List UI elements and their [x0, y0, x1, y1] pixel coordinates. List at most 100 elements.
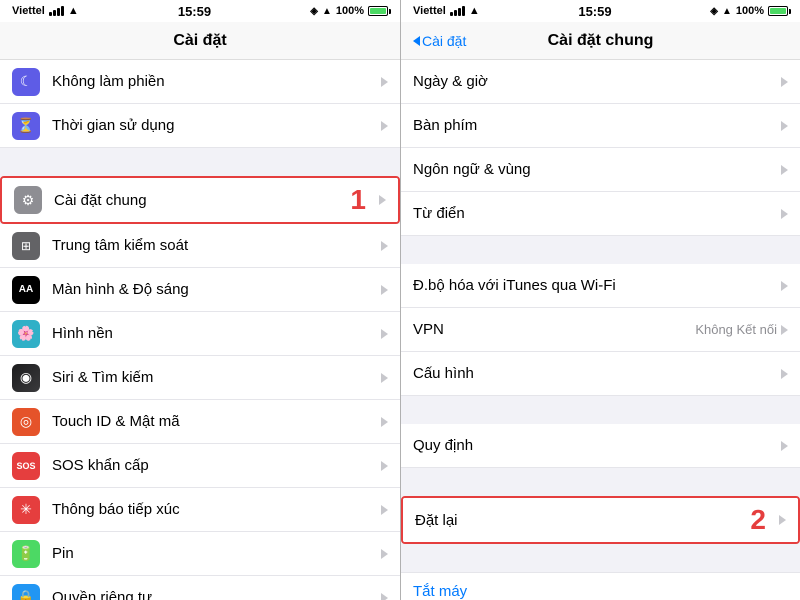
battery-icon-2 — [768, 6, 788, 16]
item-label: Quy định — [413, 437, 781, 454]
time-display-2: 15:59 — [578, 4, 611, 19]
gear-icon: ⚙ — [14, 186, 42, 214]
back-label: Cài đặt — [422, 33, 466, 49]
hourglass-icon: ⏳ — [12, 112, 40, 140]
list-item[interactable]: 🌸 Hình nền — [0, 312, 400, 356]
badge-number-2: 2 — [750, 504, 766, 536]
item-label: Cấu hình — [413, 365, 781, 382]
back-button[interactable]: Cài đặt — [413, 33, 466, 49]
signal-icon-3: ▲ — [722, 6, 732, 17]
status-left-2: Viettel ▲ — [413, 5, 480, 17]
group-separator — [0, 148, 400, 176]
chevron-right-icon — [381, 505, 388, 515]
list-item-dat-lai[interactable]: Đặt lại — [403, 498, 798, 542]
item-label: Bàn phím — [413, 117, 781, 134]
item-label: Ngôn ngữ & vùng — [413, 161, 781, 178]
battery-setting-icon: 🔋 — [12, 540, 40, 568]
list-item-cai-dat-chung[interactable]: ⚙ Cài đặt chung — [2, 178, 398, 222]
nav-bar-left: Cài đặt — [0, 22, 400, 60]
chevron-right-icon — [781, 325, 788, 335]
panel-settings: Viettel ▲ 15:59 ◈ ▲ 100% Cài đặt ☾ — [0, 0, 400, 600]
item-value-vpn: Không Kết nối — [695, 322, 777, 337]
group-separator-4 — [401, 468, 800, 496]
chevron-right-icon — [379, 195, 386, 205]
display-icon: AA — [12, 276, 40, 304]
list-item-quy-dinh[interactable]: Quy định — [401, 424, 800, 468]
list-item[interactable]: 🔋 Pin — [0, 532, 400, 576]
list-item[interactable]: ⏳ Thời gian sử dụng — [0, 104, 400, 148]
item-label: Thời gian sử dụng — [52, 117, 381, 134]
item-label: Pin — [52, 545, 381, 562]
item-label: VPN — [413, 321, 695, 338]
list-item[interactable]: ✳ Thông báo tiếp xúc — [0, 488, 400, 532]
location-icon-2: ◈ — [710, 6, 718, 17]
chevron-right-icon — [381, 77, 388, 87]
list-item[interactable]: ☾ Không làm phiền — [0, 60, 400, 104]
exposure-icon: ✳ — [12, 496, 40, 524]
wallpaper-icon: 🌸 — [12, 320, 40, 348]
list-item-vpn[interactable]: VPN Không Kết nối — [401, 308, 800, 352]
carrier-label-2: Viettel — [413, 5, 446, 17]
battery-fill-2 — [770, 8, 786, 14]
time-display: 15:59 — [178, 4, 211, 19]
panel-general-settings: Viettel ▲ 15:59 ◈ ▲ 100% Cài đặt Cài đặt… — [400, 0, 800, 600]
power-off-link[interactable]: Tắt máy — [401, 572, 800, 600]
item-label: Đ.bộ hóa với iTunes qua Wi-Fi — [413, 277, 781, 294]
touchid-icon: ◎ — [12, 408, 40, 436]
page-title-left: Cài đặt — [173, 32, 226, 50]
list-item-cau-hinh[interactable]: Cấu hình — [401, 352, 800, 396]
status-bar-left: Viettel ▲ 15:59 ◈ ▲ 100% — [0, 0, 400, 22]
settings-list-left[interactable]: ☾ Không làm phiền ⏳ Thời gian sử dụng ⚙ … — [0, 60, 400, 600]
battery-icon — [368, 6, 388, 16]
list-item[interactable]: ◉ Siri & Tìm kiếm — [0, 356, 400, 400]
item-label: Ngày & giờ — [413, 73, 781, 90]
highlighted-wrapper: ⚙ Cài đặt chung 1 — [0, 176, 400, 224]
list-item[interactable]: ⊞ Trung tâm kiểm soát — [0, 224, 400, 268]
item-label: Siri & Tìm kiếm — [52, 369, 381, 386]
badge-number-1: 1 — [350, 184, 366, 216]
chevron-right-icon — [781, 209, 788, 219]
chevron-right-icon — [381, 549, 388, 559]
chevron-right-icon — [381, 329, 388, 339]
item-label: Trung tâm kiểm soát — [52, 237, 381, 254]
wifi-icon: ▲ — [68, 5, 79, 17]
item-label: Đặt lại — [415, 512, 779, 529]
chevron-right-icon — [381, 461, 388, 471]
list-item-tu-dien[interactable]: Từ điển — [401, 192, 800, 236]
page-title-right: Cài đặt chung — [548, 32, 654, 50]
list-item[interactable]: 🔒 Quyền riêng tư — [0, 576, 400, 600]
list-item-ban-phim[interactable]: Bàn phím — [401, 104, 800, 148]
list-item-ngay-gio[interactable]: Ngày & giờ — [401, 60, 800, 104]
status-bar-right: Viettel ▲ 15:59 ◈ ▲ 100% — [401, 0, 800, 22]
group-separator-3 — [401, 396, 800, 424]
list-item-dong-bo[interactable]: Đ.bộ hóa với iTunes qua Wi-Fi — [401, 264, 800, 308]
chevron-right-icon — [381, 121, 388, 131]
list-item[interactable]: SOS SOS khẩn cấp — [0, 444, 400, 488]
wifi-icon-2: ▲ — [469, 5, 480, 17]
group-separator-2 — [401, 236, 800, 264]
chevron-right-icon — [381, 417, 388, 427]
location-icon: ◈ — [310, 6, 318, 17]
item-label: Không làm phiền — [52, 73, 381, 90]
chevron-right-icon — [781, 281, 788, 291]
item-label: Màn hình & Độ sáng — [52, 281, 381, 298]
chevron-left-icon — [413, 36, 420, 46]
list-item-touch-id[interactable]: ◎ Touch ID & Mật mã — [0, 400, 400, 444]
chevron-right-icon — [381, 285, 388, 295]
chevron-right-icon — [781, 77, 788, 87]
settings-group-2: Đ.bộ hóa với iTunes qua Wi-Fi VPN Không … — [401, 264, 800, 396]
battery-pct: 100% — [336, 5, 364, 17]
chevron-right-icon — [781, 165, 788, 175]
status-left: Viettel ▲ — [12, 5, 79, 17]
group-separator-5 — [401, 544, 800, 572]
chevron-right-icon — [781, 441, 788, 451]
chevron-right-icon — [381, 373, 388, 383]
battery-fill — [370, 8, 386, 14]
list-item[interactable]: AA Màn hình & Độ sáng — [0, 268, 400, 312]
status-right-2: ◈ ▲ 100% — [710, 5, 788, 17]
chevron-right-icon — [381, 593, 388, 600]
settings-list-right[interactable]: Ngày & giờ Bàn phím Ngôn ngữ & vùng Từ đ… — [401, 60, 800, 600]
list-item-ngon-ngu[interactable]: Ngôn ngữ & vùng — [401, 148, 800, 192]
item-label: Quyền riêng tư — [52, 589, 381, 600]
settings-group-1: Ngày & giờ Bàn phím Ngôn ngữ & vùng Từ đ… — [401, 60, 800, 236]
